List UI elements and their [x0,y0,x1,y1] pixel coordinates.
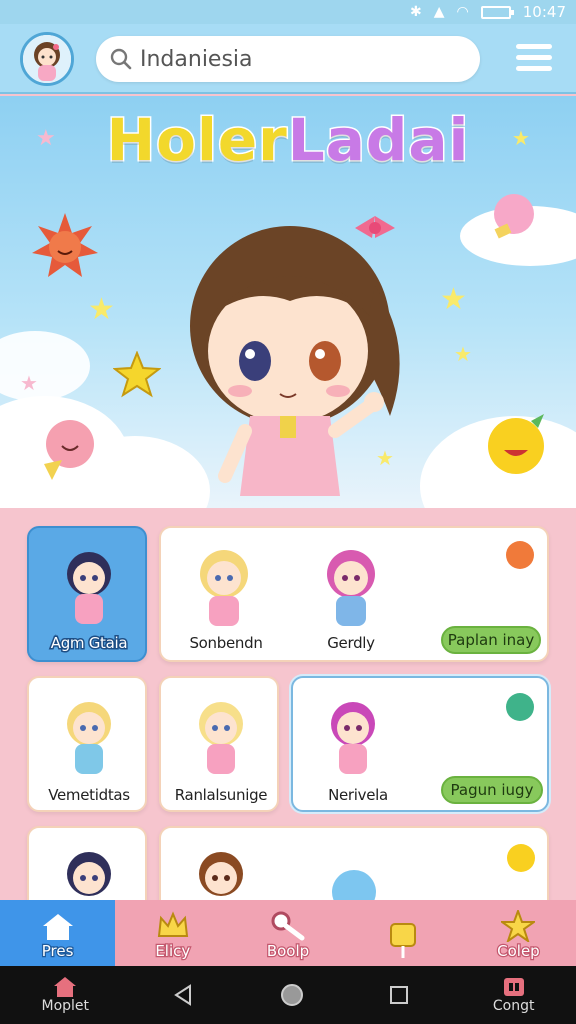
yellow-creature-icon [488,414,544,474]
bottom-nav: Pres Elicy Boolp Colep [0,900,576,966]
menu-icon-line [516,55,552,60]
nav-label: Boolp [266,941,311,962]
recents-icon [389,986,408,1004]
character-card[interactable]: Vemetidtas [27,676,147,812]
green-creature-icon [506,693,534,721]
app-header [0,24,576,94]
character-avatar-icon [67,552,111,624]
system-nav-bar: Moplet Congt [0,966,576,1024]
star-icon: ★ [88,292,115,327]
star-icon: ★ [20,371,38,395]
star-icon: ★ [440,282,467,317]
character-name: Gerdly [326,633,377,654]
key-icon [271,911,305,941]
nav-item-colep[interactable]: Colep [461,900,576,966]
calendar-icon [503,978,524,996]
star-icon [113,351,161,398]
star-icon: ★ [376,446,394,470]
character-name: Vemetidtas [47,785,132,806]
title-word-1: Holer [105,105,288,176]
cloud [0,331,90,401]
menu-icon [516,44,552,49]
character-avatar-icon [327,550,375,626]
hero-banner: HolerLadai ★ ★ ★ ★ ★ ★ ★ [0,96,576,508]
character-name: Agm Gtaia [49,633,129,654]
avatar[interactable] [20,32,74,86]
pink-creature-icon [44,420,94,480]
nav-label: Elicy [154,941,191,962]
action-button[interactable]: Pagun iugy [441,776,543,804]
star-icon: ★ [512,126,530,150]
back-icon [174,984,191,1006]
back-button[interactable] [172,983,196,1007]
pink-creature-icon [494,194,534,239]
character-avatar-icon [67,702,111,774]
character-avatar-icon [67,852,111,896]
system-right-label: Congt [492,998,535,1014]
menu-button[interactable] [516,44,552,74]
home-circle-icon [280,984,303,1006]
search-icon [110,48,132,70]
nav-item-boolp[interactable]: Boolp [230,900,345,966]
star-icon: ★ [36,126,56,151]
character-avatar-icon [200,550,248,626]
sun-creature-icon [506,541,534,569]
character-card[interactable] [159,826,549,900]
star-icon: ★ [454,342,472,366]
action-button[interactable]: Paplan inay [441,626,541,654]
blue-creature-icon [332,870,376,900]
sun-creature-icon [32,213,98,277]
recents-button[interactable] [388,984,410,1006]
nav-item-flag[interactable] [346,900,461,966]
crown-icon [157,911,188,937]
nav-item-home[interactable]: Pres [0,900,116,966]
character-card[interactable] [27,826,147,900]
system-left-label: Moplet [41,998,90,1014]
search-input[interactable] [140,46,460,72]
hero-title: HolerLadai [96,105,480,176]
search-bar[interactable] [96,36,480,82]
system-home-shortcut[interactable]: Moplet [41,976,89,1014]
flag-icon [390,923,417,958]
yellow-creature-icon [507,844,535,872]
battery-icon [480,5,514,19]
nav-item-elicy[interactable]: Elicy [115,900,230,966]
character-card[interactable]: Agm Gtaia [27,526,147,662]
status-time: 10:47 [522,3,566,21]
nav-label: Colep [496,941,541,962]
status-bar: ✱ ▲ ◠ 10:47 [0,0,576,24]
character-name: Sonbendn [188,633,264,654]
character-card[interactable]: Ranlalsunige [159,676,279,812]
avatar-icon [23,35,71,83]
title-word-2: Ladai [286,105,470,176]
wifi-icon: ◠ [456,4,469,20]
character-avatar-icon [199,852,243,896]
character-card[interactable]: Sonbendn Gerdly Paplan inay [159,526,549,662]
house-icon [42,914,73,940]
character-avatar-icon [199,702,243,774]
character-avatar-icon [331,702,375,774]
bluetooth-icon: ✱ [410,4,422,20]
character-name: Ranlalsunige [173,785,269,806]
character-card[interactable]: Nerivela Pagun iugy [291,676,549,812]
star-icon [501,910,536,942]
house-icon [54,977,77,997]
character-grid: Agm Gtaia Sonbendn Gerdly Paplan inay Ve… [0,508,576,900]
menu-icon-line [516,66,552,71]
character-name: Nerivela [327,785,390,806]
home-button[interactable] [279,982,305,1008]
signal-icon: ▲ [433,4,445,20]
system-right-shortcut[interactable]: Congt [492,976,535,1014]
nav-label: Pres [41,941,75,962]
